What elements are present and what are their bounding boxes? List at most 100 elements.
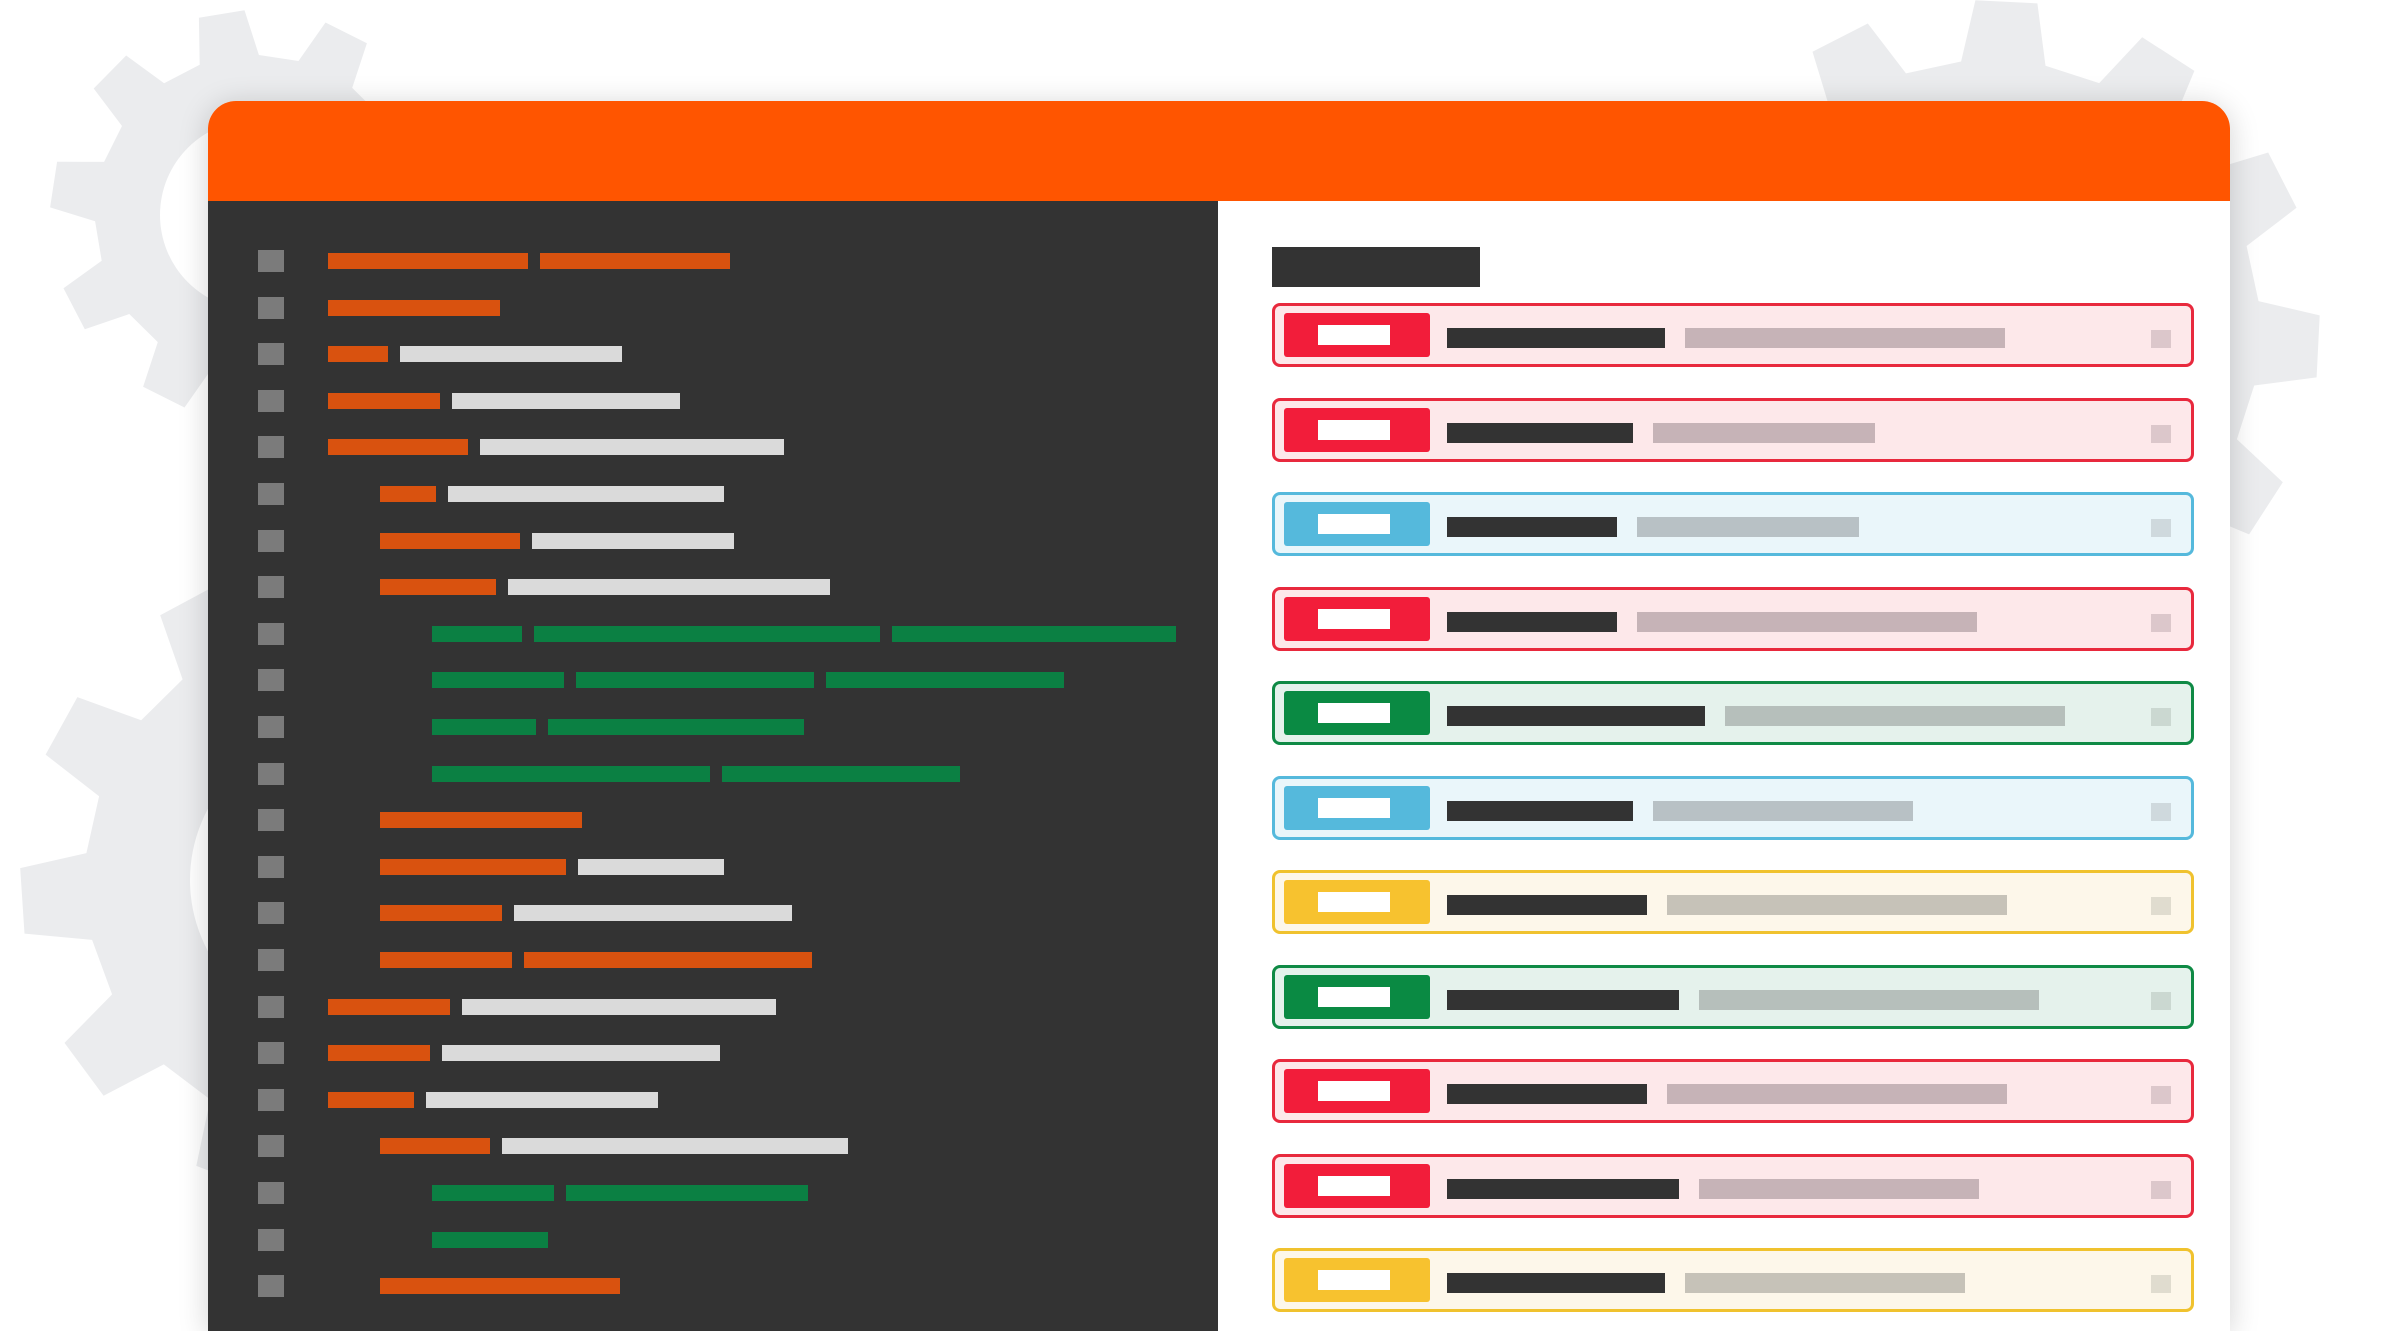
gutter-marker-icon (258, 483, 284, 505)
issue-item-error[interactable] (1272, 397, 2194, 462)
gutter-marker-icon (258, 902, 284, 925)
code-token-keyword (380, 486, 436, 502)
code-line[interactable] (208, 843, 1218, 889)
code-line[interactable] (208, 983, 1218, 1029)
code-line[interactable] (208, 1262, 1218, 1308)
issue-item-error[interactable] (1272, 303, 2194, 367)
code-token-string (548, 719, 804, 735)
code-line[interactable] (208, 936, 1218, 982)
status-badge-label (1318, 514, 1390, 534)
check-box-icon[interactable] (2151, 708, 2171, 726)
status-badge-label (1318, 1175, 1390, 1196)
issue-title (1447, 1273, 1665, 1293)
code-line[interactable] (208, 610, 1218, 656)
gutter-marker-icon (258, 716, 284, 738)
title-bar (208, 101, 2230, 201)
code-token-string (432, 1231, 548, 1248)
code-token-keyword (380, 579, 496, 596)
gutter-marker-icon (258, 1135, 284, 1158)
code-token-identifier (532, 532, 734, 549)
status-badge-label (1318, 419, 1390, 440)
check-box-icon[interactable] (2151, 519, 2171, 537)
issue-item-error[interactable] (1272, 1059, 2194, 1123)
code-token-string (566, 1185, 808, 1201)
code-token-keyword (380, 905, 502, 922)
gutter-marker-icon (258, 622, 284, 645)
issue-item-error[interactable] (1272, 1153, 2194, 1218)
status-badge (1284, 407, 1430, 452)
check-box-icon[interactable] (2151, 613, 2171, 632)
code-line[interactable] (208, 284, 1218, 330)
code-line[interactable] (208, 1076, 1218, 1122)
status-badge-label (1318, 703, 1390, 723)
check-box-icon[interactable] (2151, 1180, 2171, 1199)
issue-title (1447, 706, 1705, 726)
code-line[interactable] (208, 750, 1218, 796)
gutter-marker-icon (258, 995, 284, 1018)
code-token-identifier (452, 392, 680, 409)
code-line[interactable] (208, 1029, 1218, 1075)
code-token-identifier (502, 1138, 848, 1155)
issue-item-success[interactable] (1272, 964, 2194, 1029)
app-window (208, 101, 2230, 1331)
issue-title (1447, 422, 1633, 443)
code-editor[interactable] (208, 201, 1218, 1331)
issue-item-warning[interactable] (1272, 1248, 2194, 1312)
issue-item-warning[interactable] (1272, 870, 2194, 934)
code-line[interactable] (208, 377, 1218, 423)
code-token-identifier (480, 439, 784, 456)
code-line[interactable] (208, 1169, 1218, 1215)
gutter-marker-icon (258, 1182, 284, 1204)
code-token-identifier (508, 579, 830, 596)
check-box-icon[interactable] (2151, 1275, 2171, 1293)
status-badge (1284, 1069, 1430, 1113)
check-box-icon[interactable] (2151, 897, 2171, 915)
issue-description (1653, 800, 1913, 821)
check-box-icon[interactable] (2151, 991, 2171, 1010)
status-badge (1284, 880, 1430, 924)
status-badge-label (1318, 1270, 1390, 1290)
issue-item-success[interactable] (1272, 681, 2194, 745)
check-box-icon[interactable] (2151, 424, 2171, 443)
issue-item-info[interactable] (1272, 492, 2194, 556)
code-line[interactable] (208, 423, 1218, 469)
issue-description (1699, 1178, 1979, 1199)
code-line[interactable] (208, 237, 1218, 283)
code-line[interactable] (208, 703, 1218, 749)
code-line[interactable] (208, 330, 1218, 376)
code-line[interactable] (208, 470, 1218, 516)
issue-description (1637, 517, 1859, 537)
code-line[interactable] (208, 889, 1218, 935)
code-line[interactable] (208, 517, 1218, 563)
code-token-identifier (462, 998, 776, 1015)
code-token-string (722, 765, 960, 782)
code-line[interactable] (208, 563, 1218, 609)
code-token-string (826, 672, 1064, 689)
status-badge-label (1318, 797, 1390, 818)
code-token-keyword (380, 1138, 490, 1155)
status-badge-label (1318, 986, 1390, 1007)
code-line[interactable] (208, 1216, 1218, 1262)
status-badge (1284, 313, 1430, 357)
code-token-keyword (380, 1278, 620, 1295)
code-token-string (892, 625, 1176, 642)
code-line[interactable] (208, 796, 1218, 842)
issue-description (1637, 611, 1977, 632)
issue-title (1447, 989, 1679, 1010)
gutter-marker-icon (258, 669, 284, 692)
issue-item-info[interactable] (1272, 775, 2194, 840)
code-line[interactable] (208, 1122, 1218, 1168)
issue-description (1699, 989, 2039, 1010)
gutter-marker-icon (258, 576, 284, 599)
status-badge-label (1318, 325, 1390, 345)
issues-panel (1218, 201, 2230, 1331)
check-box-icon[interactable] (2151, 1086, 2171, 1104)
code-token-identifier (426, 1091, 658, 1108)
status-badge (1284, 974, 1430, 1019)
code-line[interactable] (208, 656, 1218, 702)
issue-item-error[interactable] (1272, 586, 2194, 651)
check-box-icon[interactable] (2151, 802, 2171, 821)
code-token-keyword (328, 346, 388, 363)
check-box-icon[interactable] (2151, 330, 2171, 348)
code-token-keyword (380, 952, 512, 968)
